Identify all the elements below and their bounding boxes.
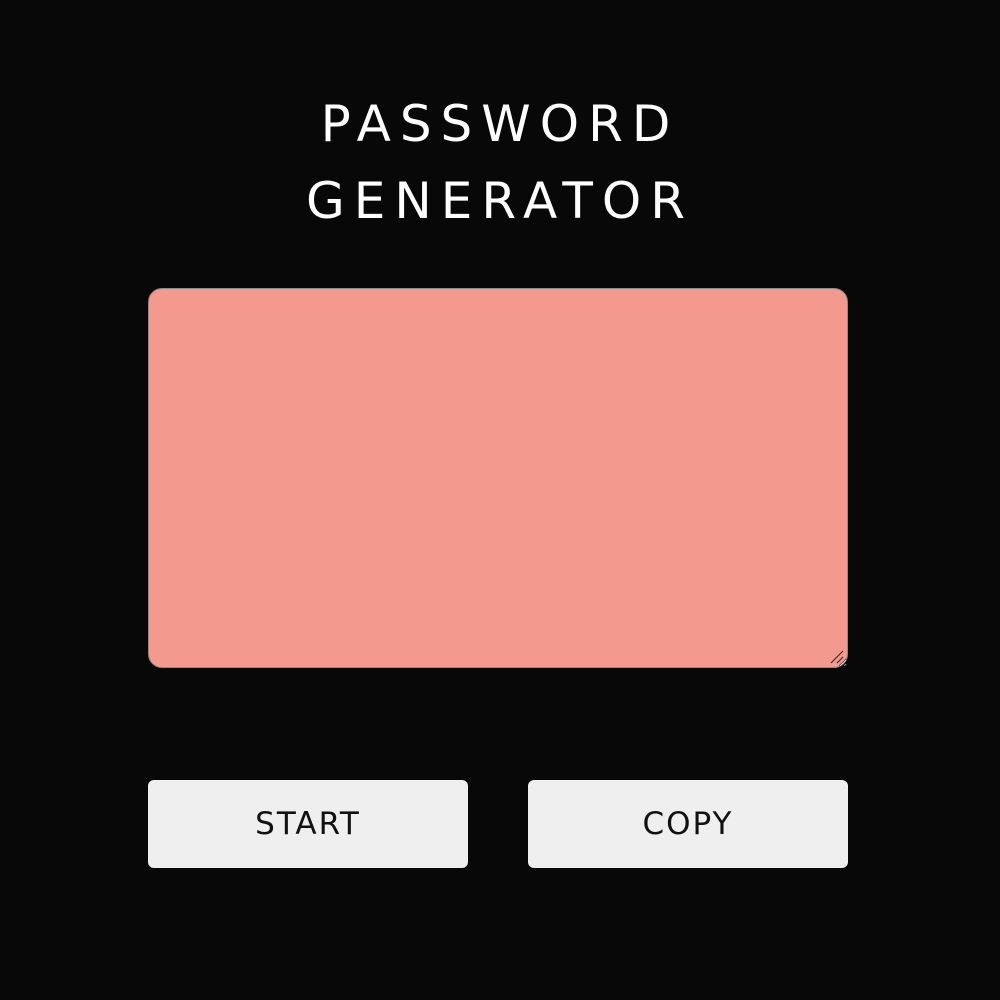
password-output-textarea[interactable] — [148, 288, 848, 668]
start-button[interactable]: START — [148, 780, 468, 868]
page-title: PASSWORD GENERATOR — [0, 86, 1000, 240]
title-line-2: GENERATOR — [305, 172, 694, 230]
copy-button[interactable]: COPY — [528, 780, 848, 868]
app-page: PASSWORD GENERATOR START COPY — [0, 0, 1000, 1000]
title-line-1: PASSWORD — [320, 95, 680, 153]
